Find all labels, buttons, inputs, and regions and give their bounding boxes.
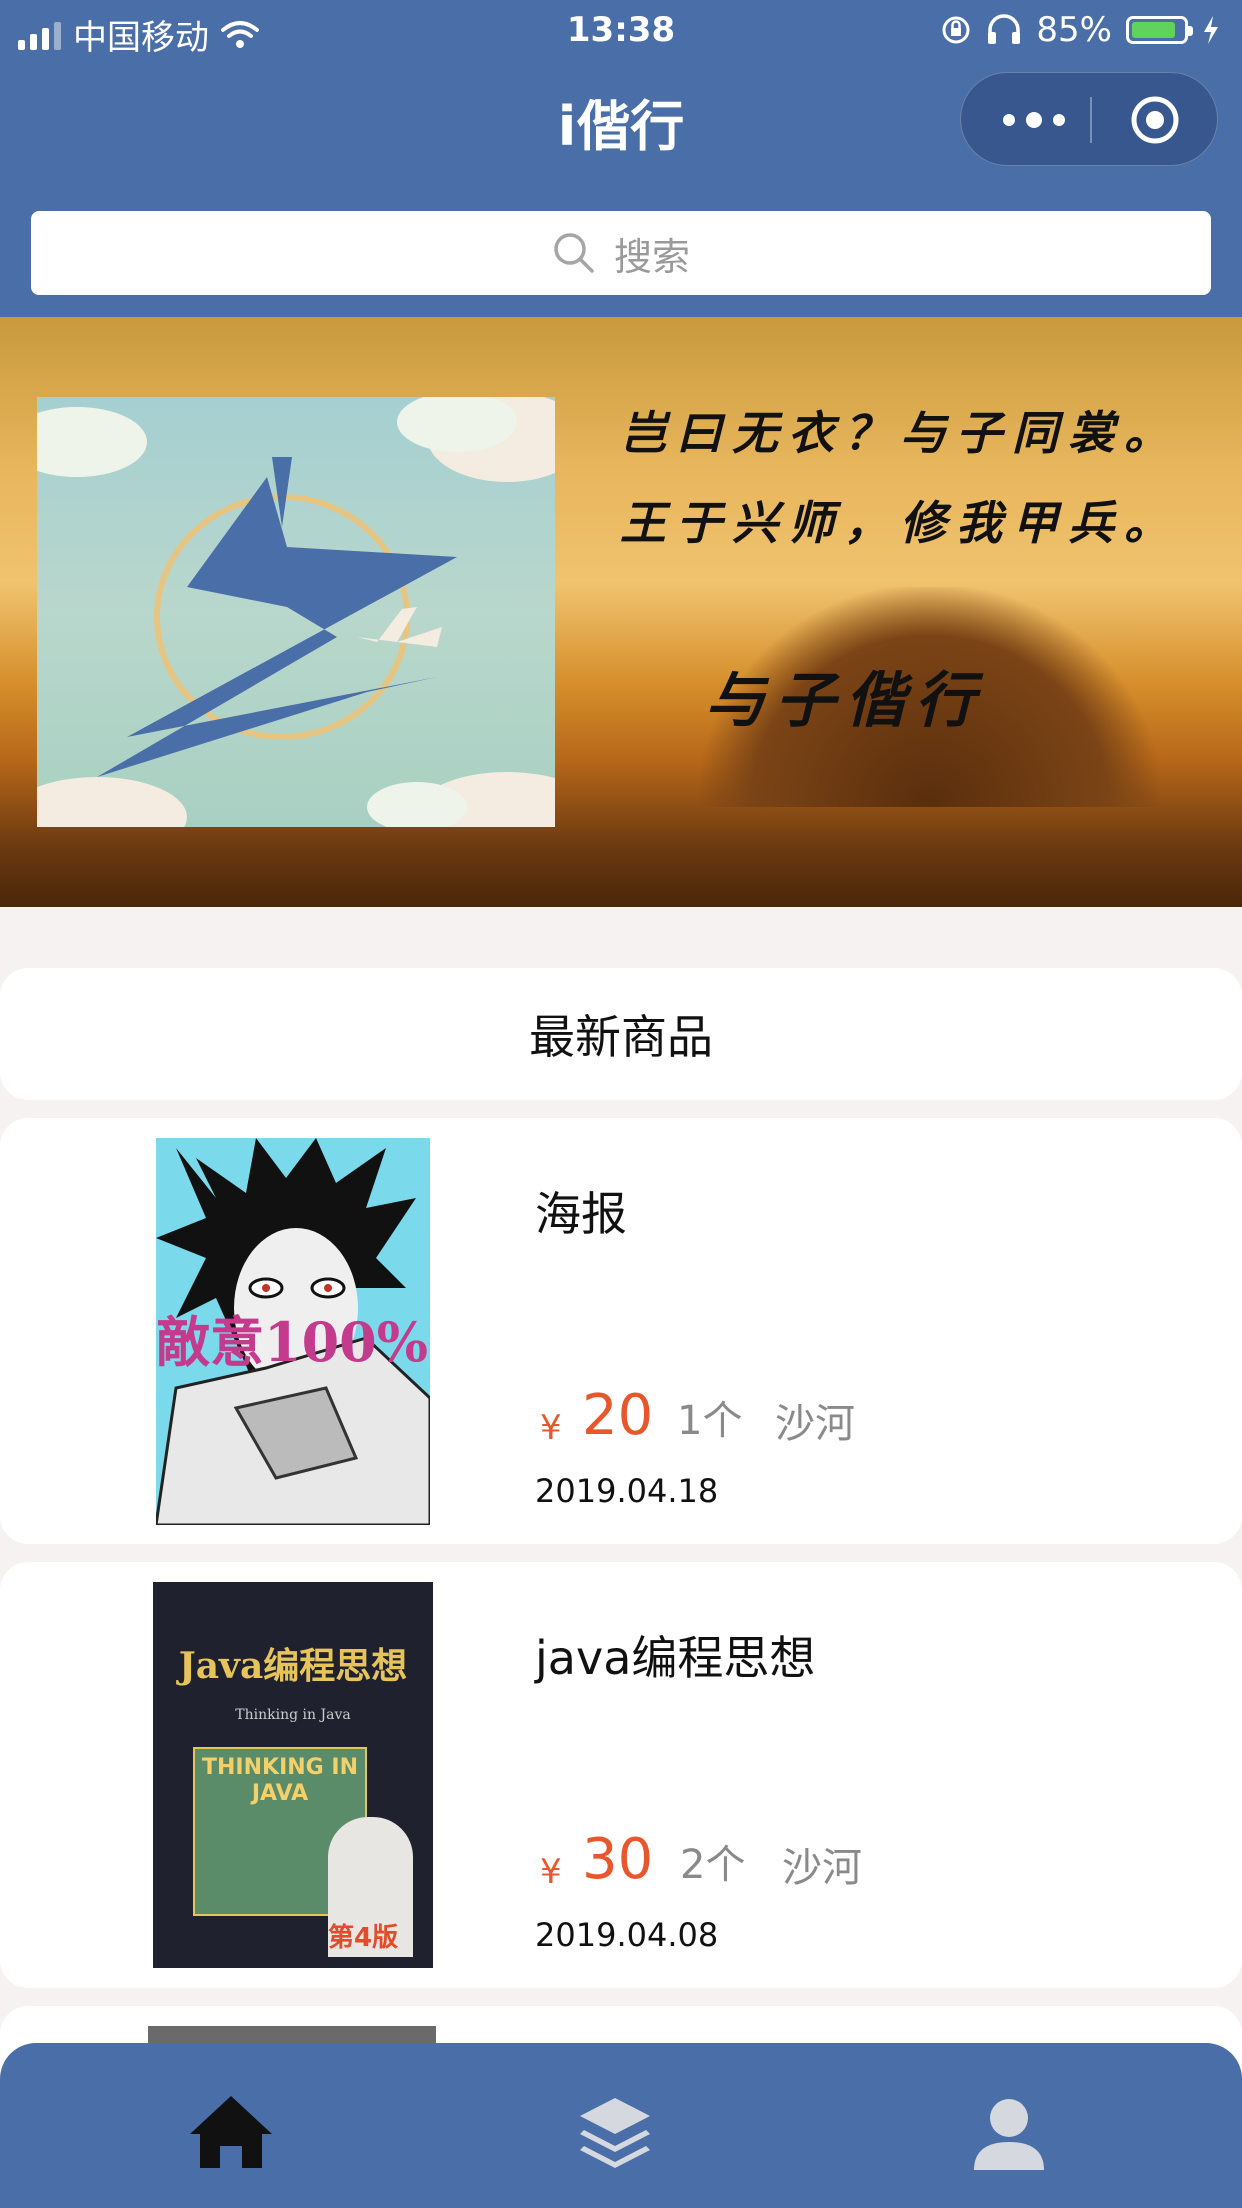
cover-text: 敵意100% [156, 1310, 429, 1374]
header-bar: 中国移动 13:38 85% i偕行 搜索 [0, 0, 1242, 317]
banner-line-3: 与子偕行 [705, 666, 985, 736]
product-location: 沙河 [775, 1401, 855, 1447]
product-date: 2019.04.18 [535, 1472, 719, 1510]
product-quantity: 1个 [677, 1398, 743, 1444]
close-miniprogram-icon[interactable] [1129, 94, 1181, 146]
status-right: 85% [940, 10, 1220, 50]
banner-line-1: 岂曰无衣？与子同裳。 [620, 406, 1180, 460]
miniprogram-capsule [960, 72, 1218, 166]
search-input[interactable]: 搜索 [31, 211, 1211, 295]
banner-logo [7, 392, 597, 857]
user-icon[interactable] [964, 2088, 1054, 2178]
banner-image[interactable]: 岂曰无衣？与子同裳。 王于兴师，修我甲兵。 与子偕行 [0, 317, 1242, 907]
search-placeholder: 搜索 [613, 234, 690, 279]
product-card[interactable]: Java编程思想 Thinking in Java THINKING IN JA… [0, 1562, 1242, 1988]
section-title: 最新商品 [0, 968, 1242, 1100]
charging-icon [1204, 16, 1218, 44]
search-icon [554, 233, 594, 273]
home-icon[interactable] [186, 2088, 276, 2178]
currency-symbol: ¥ [540, 1408, 562, 1448]
battery-percent: 85% [1036, 10, 1112, 50]
status-bar: 中国移动 13:38 85% [0, 0, 1242, 60]
product-card[interactable]: 敵意100% 海报 ¥ 20 1个 沙河 2019.04.18 [0, 1118, 1242, 1544]
product-price: 30 [582, 1827, 654, 1892]
product-image: Java编程思想 Thinking in Java THINKING IN JA… [153, 1582, 433, 1968]
cover-edition: 第4版 [328, 1923, 399, 1953]
battery-icon [1126, 16, 1193, 44]
product-location: 沙河 [782, 1845, 862, 1891]
product-price: 20 [582, 1383, 654, 1448]
logo-graphic [7, 392, 597, 857]
product-title: 海报 [535, 1187, 627, 1241]
product-title: java编程思想 [535, 1631, 816, 1685]
capsule-divider [1090, 97, 1092, 143]
rotation-lock-icon [942, 16, 970, 44]
banner-line-2: 王于兴师，修我甲兵。 [620, 496, 1180, 550]
cover-title: Java编程思想 [178, 1645, 408, 1687]
product-quantity: 2个 [680, 1842, 746, 1888]
cover-main: THINKING IN JAVA [202, 1755, 358, 1806]
more-icon[interactable] [999, 103, 1069, 137]
tab-bar [0, 2043, 1242, 2208]
headphones-icon [988, 14, 1021, 44]
product-image: 敵意100% [156, 1138, 430, 1525]
currency-symbol: ¥ [540, 1852, 562, 1892]
cover-subtitle: Thinking in Java [235, 1707, 351, 1723]
layers-icon[interactable] [570, 2088, 660, 2178]
product-date: 2019.04.08 [535, 1916, 719, 1954]
